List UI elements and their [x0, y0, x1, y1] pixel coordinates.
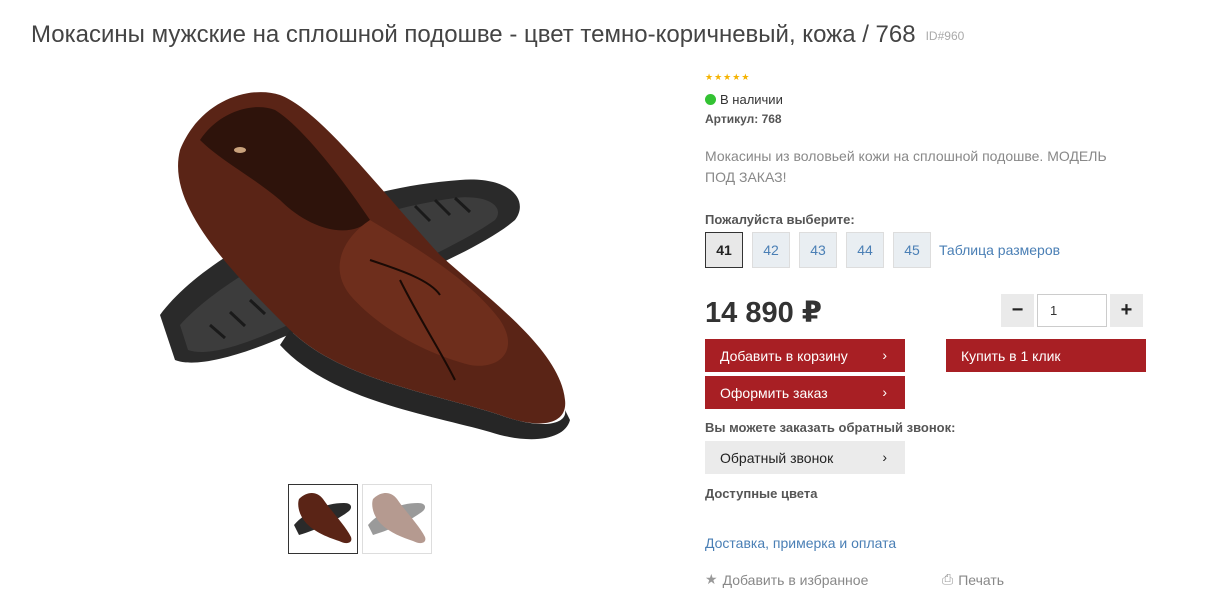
page-title: Мокасины мужские на сплошной подошве - ц…	[31, 21, 964, 49]
printer-icon: ⎙	[942, 571, 954, 587]
size-option-41[interactable]: 41	[705, 232, 743, 268]
chevron-right-icon: ›	[882, 347, 887, 363]
buy-one-click-label: Купить в 1 клик	[961, 347, 1061, 364]
add-to-cart-button[interactable]: Добавить в корзину ›	[705, 339, 905, 372]
stock-status: В наличии	[705, 92, 783, 107]
size-option-45[interactable]: 45	[893, 232, 931, 268]
product-description: Мокасины из воловьей кожи на сплошной по…	[705, 148, 1107, 185]
checkout-button[interactable]: Оформить заказ ›	[705, 376, 905, 409]
buy-one-click-button[interactable]: Купить в 1 клик	[946, 339, 1146, 372]
star-icon: ★	[714, 72, 723, 82]
rating-stars: ★ ★ ★ ★ ★	[705, 72, 749, 82]
size-table-link[interactable]: Таблица размеров	[939, 242, 1060, 258]
product-main-image[interactable]	[140, 80, 590, 450]
product-thumbnail-2[interactable]	[362, 484, 432, 554]
size-option-43[interactable]: 43	[799, 232, 837, 268]
sku: Артикул: 768	[705, 112, 782, 126]
product-title: Мокасины мужские на сплошной подошве - ц…	[31, 21, 916, 48]
size-option-42[interactable]: 42	[752, 232, 790, 268]
product-thumbnail-1[interactable]	[288, 484, 358, 554]
size-option-44[interactable]: 44	[846, 232, 884, 268]
star-icon: ★	[732, 72, 741, 82]
stock-text: В наличии	[720, 92, 783, 107]
add-to-cart-label: Добавить в корзину	[720, 347, 848, 364]
product-price: 14 890 ₽	[705, 297, 822, 329]
print-label: Печать	[958, 571, 1005, 588]
callback-button-label: Обратный звонок	[720, 449, 834, 466]
add-to-favorites-link[interactable]: ★ Добавить в избранное	[705, 571, 868, 588]
callback-label: Вы можете заказать обратный звонок:	[705, 420, 956, 435]
delivery-link[interactable]: Доставка, примерка и оплата	[705, 535, 896, 551]
star-icon: ★	[705, 571, 718, 587]
quantity-decrease-button[interactable]: −	[1001, 294, 1034, 327]
in-stock-dot-icon	[705, 94, 716, 105]
checkout-label: Оформить заказ	[720, 384, 828, 401]
product-id: ID#960	[925, 28, 965, 43]
callback-button[interactable]: Обратный звонок ›	[705, 441, 905, 474]
add-to-favorites-label: Добавить в избранное	[722, 571, 869, 588]
star-icon: ★	[705, 72, 714, 82]
quantity-stepper: − +	[1001, 294, 1143, 327]
star-icon: ★	[723, 72, 732, 82]
quantity-increase-button[interactable]: +	[1110, 294, 1143, 327]
size-select-label: Пожалуйста выберите:	[705, 212, 855, 227]
quantity-input[interactable]	[1037, 294, 1107, 327]
chevron-right-icon: ›	[882, 384, 887, 400]
chevron-right-icon: ›	[882, 449, 887, 465]
available-colors-label: Доступные цвета	[705, 486, 818, 501]
print-link[interactable]: ⎙ Печать	[942, 571, 1004, 588]
size-selector: 41 42 43 44 45 Таблица размеров	[705, 232, 1060, 268]
star-icon: ★	[741, 72, 750, 82]
